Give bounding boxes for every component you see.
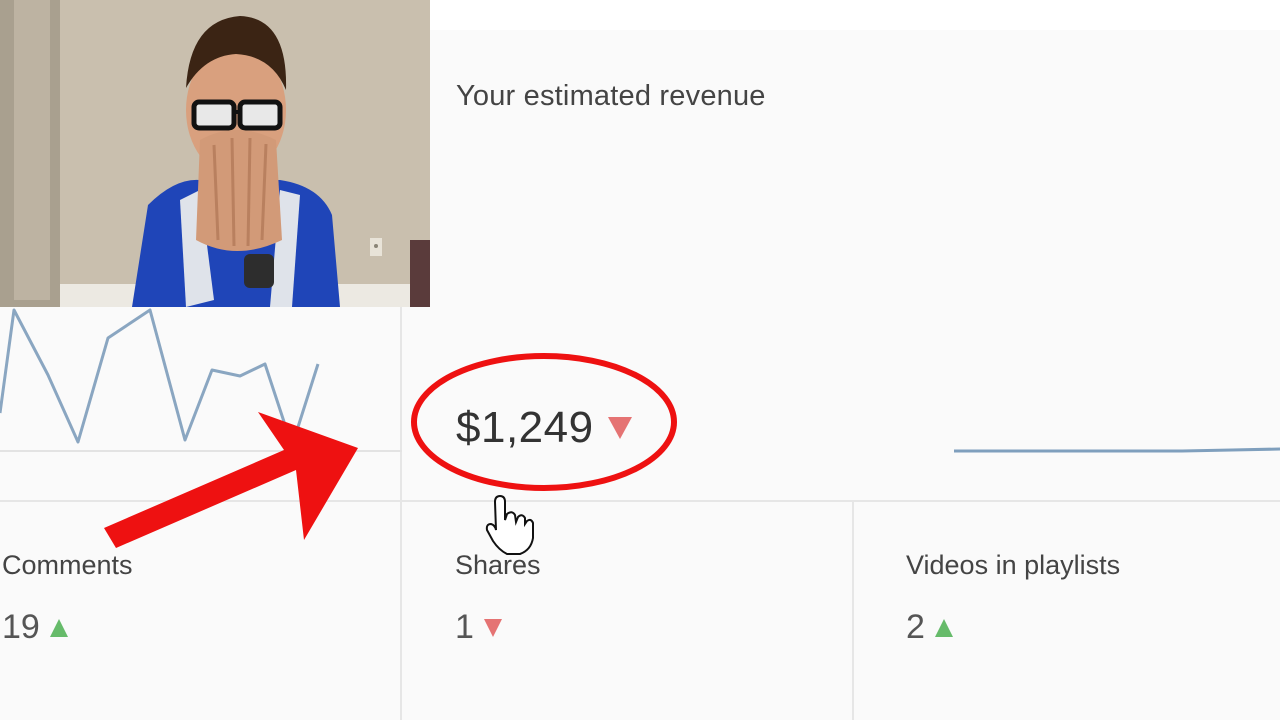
views-sparkline-line xyxy=(0,308,320,448)
trend-up-icon xyxy=(934,618,953,637)
stat-value-group: 2 xyxy=(906,608,953,647)
stat-label: Comments xyxy=(2,550,133,580)
reaction-webcam-thumbnail xyxy=(0,0,430,307)
revenue-sparkline xyxy=(954,447,1280,453)
stat-value: 1 xyxy=(455,608,474,646)
stat-value-group: 19 xyxy=(2,608,68,647)
stat-videos-in-playlists[interactable]: Videos in playlists 2 xyxy=(854,502,1280,720)
stat-label: Shares xyxy=(455,550,541,580)
stat-value-group: 1 xyxy=(455,608,502,647)
stat-shares[interactable]: Shares 1 xyxy=(402,502,854,720)
revenue-card[interactable]: Your estimated revenue $1,249 xyxy=(402,30,1280,502)
stat-value: 2 xyxy=(906,608,925,646)
stat-label: Videos in playlists xyxy=(906,550,1121,580)
trend-up-icon xyxy=(49,618,68,637)
stat-value: 19 xyxy=(2,608,40,646)
webcam-image xyxy=(0,0,430,307)
trend-down-icon xyxy=(483,618,502,637)
revenue-sparkline-line xyxy=(954,447,1280,453)
stat-comments[interactable]: Comments 19 xyxy=(0,502,402,720)
